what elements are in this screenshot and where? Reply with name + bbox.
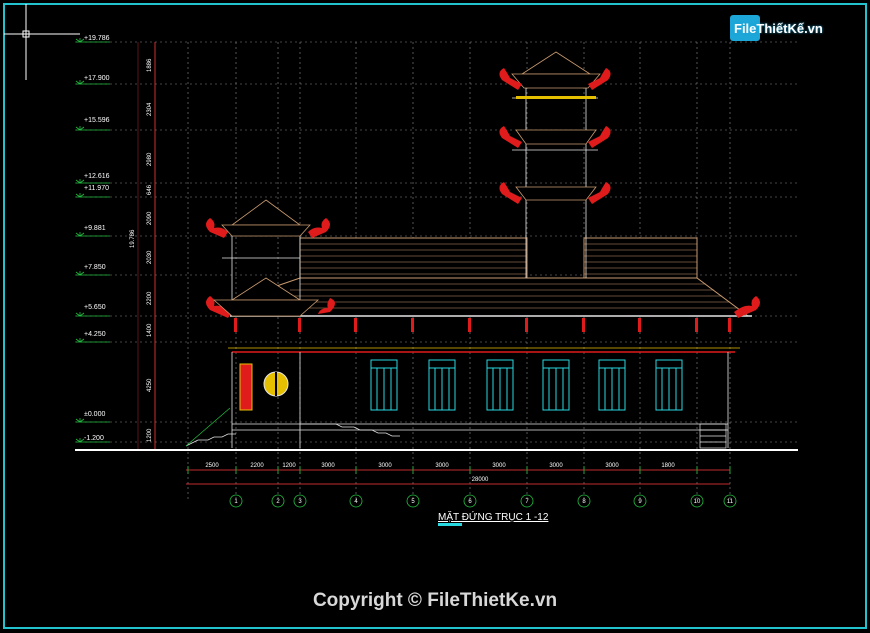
axis-label: 1 [234,499,238,505]
axis-label: 6 [468,499,472,505]
vertical-dim-text: 2030 [147,250,153,264]
copyright-watermark: Copyright © FileThietKe.vn [312,590,558,611]
level-label: -1.200 [84,435,104,442]
level-label: +19.786 [84,35,110,42]
drawing-title: MẶT ĐỨNG TRỤC 1 -12 [438,510,549,523]
bottom-dim-text: 3000 [549,463,563,469]
vertical-dim-text: 1200 [147,428,153,442]
vertical-dim-text: 1886 [147,58,153,72]
level-label: +15.596 [84,117,110,124]
level-label: +5.650 [84,304,106,311]
window [370,359,398,411]
level-label: +12.616 [84,173,110,180]
vertical-dim-text: 4250 [147,378,153,392]
vertical-dim-text: 2200 [147,291,153,305]
axis-label: 5 [411,499,415,505]
axis-label: 4 [354,499,358,505]
window [486,359,514,411]
axis-label: 8 [582,499,586,505]
decor-plaque [239,363,253,411]
level-label: +17.900 [84,75,110,82]
bottom-dimension-lines [186,469,730,485]
axis-label: 3 [298,499,302,505]
level-label: +9.881 [84,225,106,232]
vertical-dim-text: 2304 [147,102,153,116]
building-body [228,347,740,448]
windows [370,359,683,411]
level-label: +4.250 [84,331,106,338]
window [542,359,570,411]
bottom-dim-text: 3000 [605,463,619,469]
window [428,359,456,411]
window [655,359,683,411]
bottom-dim-text: 3000 [378,463,392,469]
roof-pendants [234,318,731,332]
window [598,359,626,411]
vertical-dim-text: 2980 [147,152,153,166]
level-label: +7.850 [84,264,106,271]
axis-label: 2 [276,499,280,505]
level-label: +11.970 [84,185,109,192]
total-width-text: 28000 [472,477,489,483]
logo-text: FileThiếtKế.vn [734,20,823,36]
axis-label: 10 [694,499,701,505]
bottom-dim-text: 1200 [282,463,296,469]
cad-drawing-canvas: +19.786 +17.900 +15.596 +12.616 +11.970 … [3,3,867,629]
bottom-dim-text: 3000 [435,463,449,469]
filethietke-logo: FileThiếtKế.vn [730,14,823,42]
vertical-dim-text: 646 [147,184,153,195]
axis-label: 7 [525,499,529,505]
axis-label: 11 [727,499,734,505]
level-label: ±0.000 [84,411,105,418]
bottom-dim-text: 1800 [661,463,675,469]
vertical-dim-text: 1400 [147,323,153,337]
axis-bubbles [229,494,737,508]
vertical-dim-text: 2090 [147,211,153,225]
bottom-dim-text: 2200 [250,463,264,469]
title-underline-bar [438,523,462,526]
level-markers [75,38,110,443]
crosshair-cursor-icon [4,4,80,80]
axis-label: 9 [638,499,642,505]
bottom-dim-text: 3000 [321,463,335,469]
bottom-dim-text: 3000 [492,463,506,469]
bottom-dim-text: 2500 [205,463,219,469]
total-height-text: 19.786 [130,229,136,248]
